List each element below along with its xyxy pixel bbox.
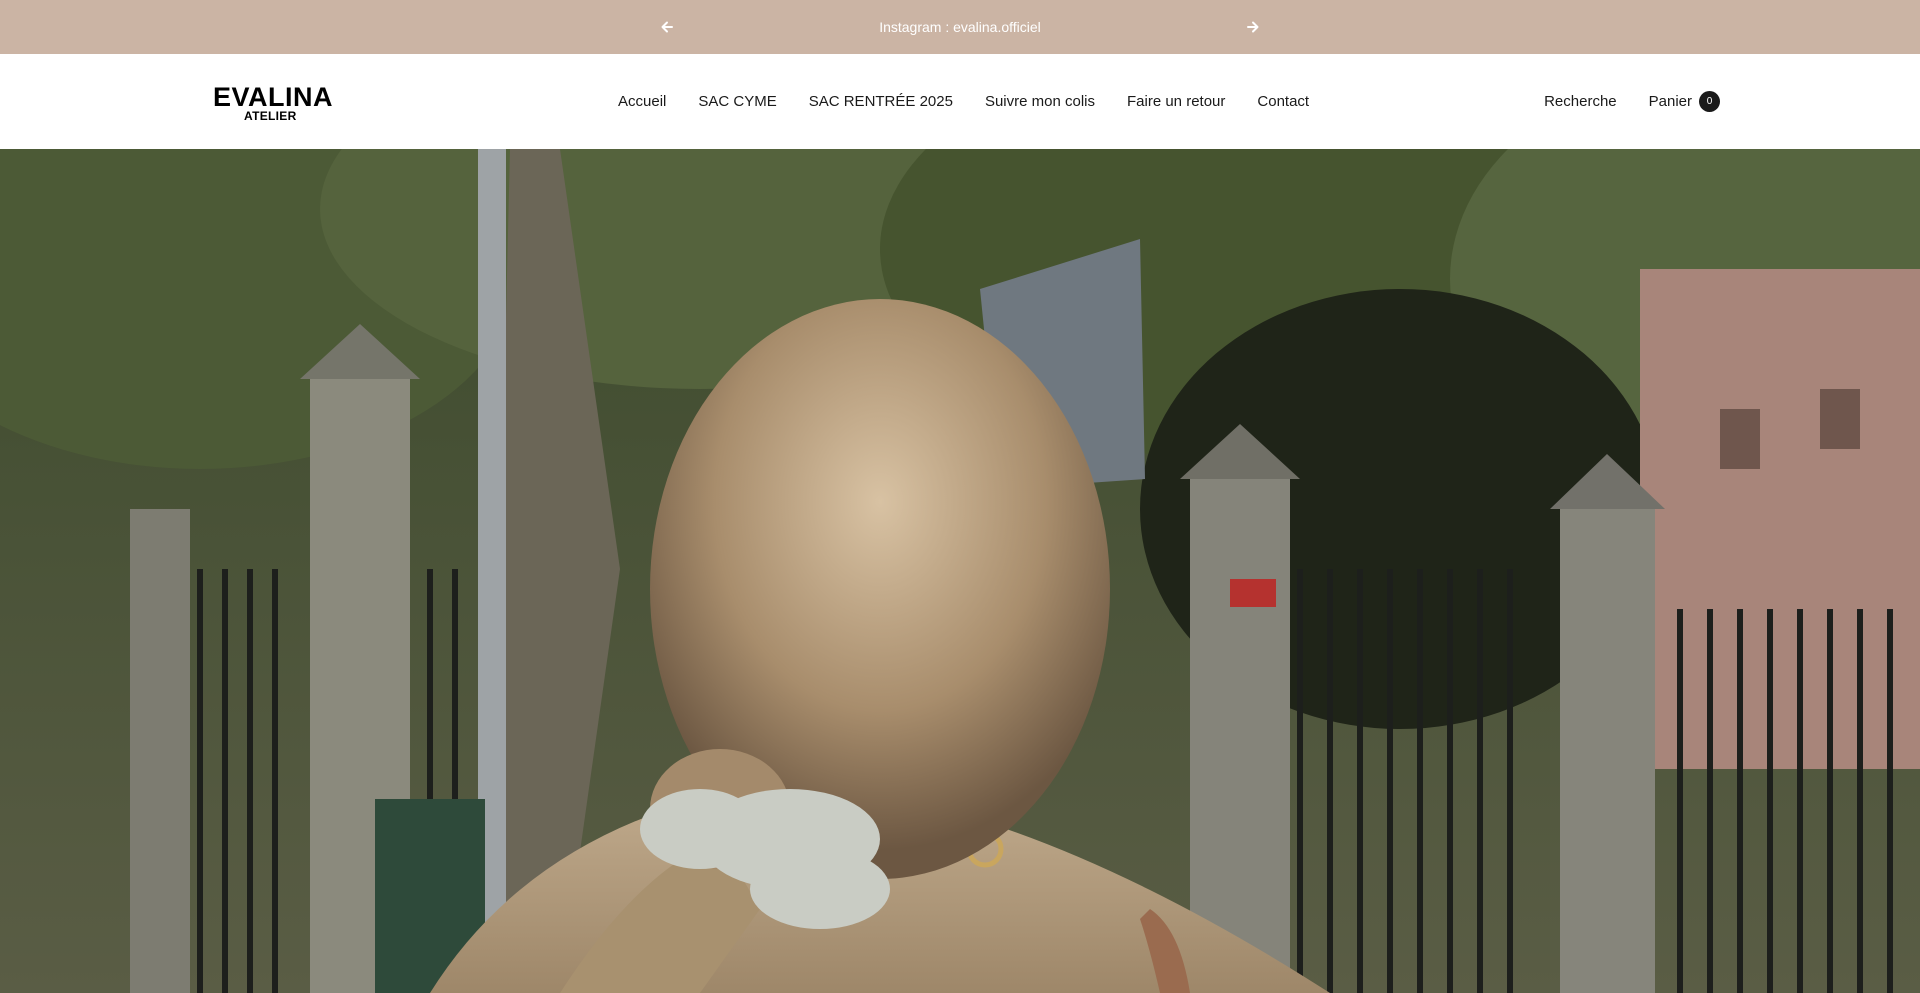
logo-wordmark: EVALINA (213, 82, 334, 112)
cart-count-badge: 0 (1699, 91, 1720, 112)
arrow-left-icon (661, 21, 673, 33)
nav-item-faire-retour[interactable]: Faire un retour (1127, 93, 1225, 110)
main-nav: Accueil SAC CYME SAC RENTRÉE 2025 Suivre… (618, 54, 1309, 149)
arrow-right-icon (1247, 21, 1259, 33)
header-utilities: Recherche Panier 0 (1544, 54, 1720, 149)
announcement-bar: Instagram : evalina.officiel (0, 0, 1920, 54)
nav-item-sac-cyme[interactable]: SAC CYME (698, 93, 776, 110)
hero-photo-illustration (0, 149, 1920, 993)
brand-logo[interactable]: EVALINA ATELIER (213, 82, 334, 123)
nav-item-sac-rentree[interactable]: SAC RENTRÉE 2025 (809, 93, 953, 110)
search-link[interactable]: Recherche (1544, 93, 1617, 110)
cart-link[interactable]: Panier 0 (1649, 91, 1720, 112)
nav-item-accueil[interactable]: Accueil (618, 93, 666, 110)
site-header: EVALINA ATELIER Accueil SAC CYME SAC REN… (0, 54, 1920, 149)
hero-image (0, 149, 1920, 993)
logo-subtitle: ATELIER (244, 109, 297, 123)
cart-label: Panier (1648, 93, 1692, 110)
nav-item-contact[interactable]: Contact (1257, 93, 1309, 110)
announcement-message[interactable]: Instagram : evalina.officiel (760, 0, 1160, 54)
nav-item-suivre-colis[interactable]: Suivre mon colis (985, 93, 1095, 110)
announcement-next-button[interactable] (1239, 13, 1267, 41)
announcement-prev-button[interactable] (653, 13, 681, 41)
